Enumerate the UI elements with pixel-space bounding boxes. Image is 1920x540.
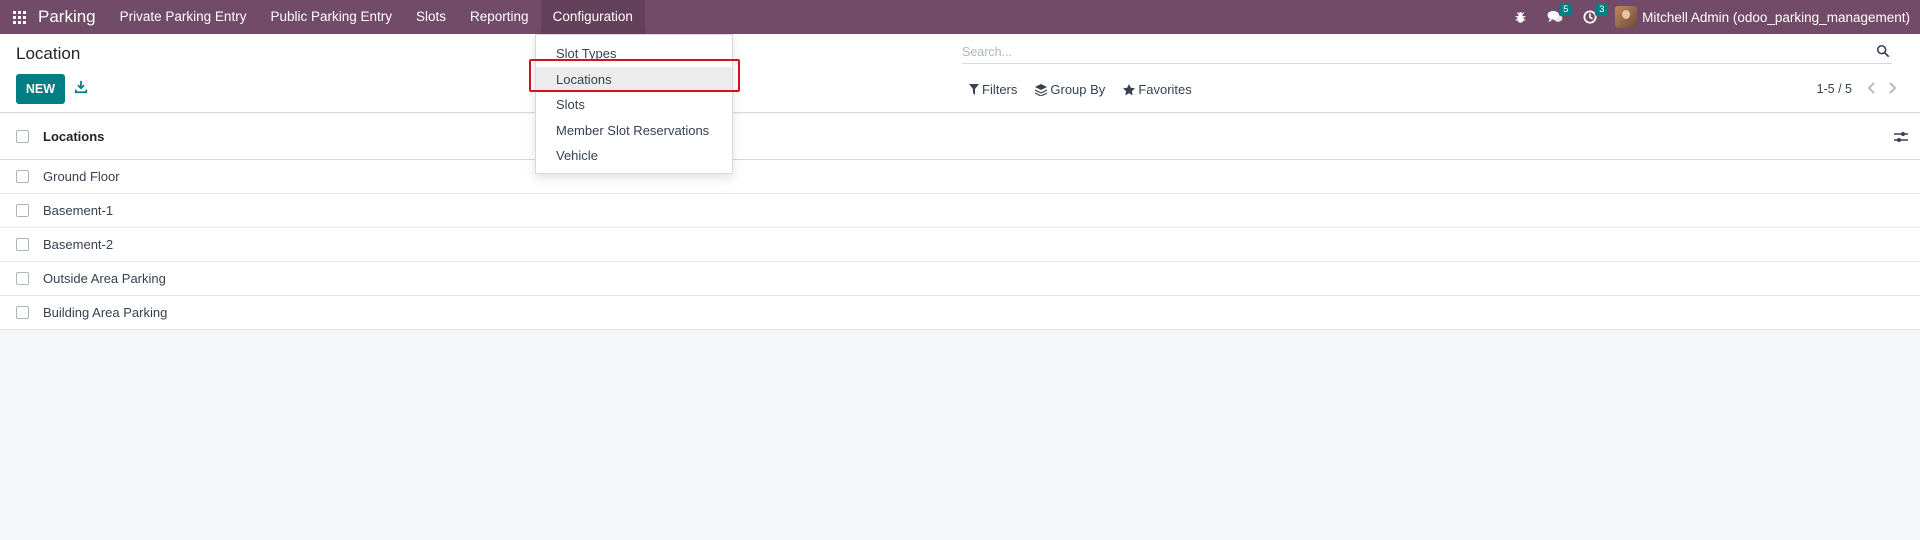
table-row[interactable]: Outside Area Parking (0, 262, 1920, 296)
messages-icon[interactable]: 5 (1537, 0, 1573, 34)
filters-button[interactable]: Filters (969, 82, 1017, 97)
location-name: Basement-1 (43, 203, 114, 218)
user-name: Mitchell Admin (odoo_parking_management) (1642, 9, 1910, 25)
apps-menu-icon[interactable] (0, 0, 38, 34)
user-menu[interactable]: Mitchell Admin (odoo_parking_management) (1607, 0, 1920, 34)
row-checkbox[interactable] (16, 204, 29, 217)
dropdown-item-vehicle[interactable]: Vehicle (536, 143, 732, 169)
top-navbar: Parking Private Parking Entry Public Par… (0, 0, 1920, 34)
menu-private-parking-entry[interactable]: Private Parking Entry (108, 0, 259, 34)
dropdown-item-member-slot-reservations[interactable]: Member Slot Reservations (536, 118, 732, 144)
dropdown-item-slots[interactable]: Slots (536, 92, 732, 118)
location-name: Building Area Parking (43, 305, 168, 320)
list-header: Locations (0, 114, 1920, 160)
optional-columns-icon[interactable] (1894, 130, 1908, 144)
search-input[interactable] (962, 40, 1892, 64)
filters-label: Filters (982, 82, 1018, 97)
pager-previous-icon[interactable] (1866, 81, 1880, 95)
table-row[interactable]: Basement-1 (0, 194, 1920, 228)
location-name: Outside Area Parking (43, 271, 166, 286)
activities-clock-icon[interactable]: 3 (1573, 0, 1609, 34)
favorites-label: Favorites (1138, 82, 1192, 97)
page-title: Location (16, 44, 81, 63)
new-button[interactable]: NEW (16, 74, 65, 104)
app-brand[interactable]: Parking (38, 0, 108, 34)
location-name: Ground Floor (43, 169, 120, 184)
menu-slots[interactable]: Slots (404, 0, 458, 34)
debug-icon[interactable] (1504, 0, 1537, 34)
locations-list: Locations Ground Floor Basement-1 Baseme… (0, 114, 1920, 330)
row-checkbox[interactable] (16, 306, 29, 319)
download-icon[interactable] (74, 80, 90, 98)
star-icon (1123, 83, 1136, 95)
messages-count-badge: 5 (1559, 4, 1573, 16)
pager-value[interactable]: 1-5 / 5 (1817, 82, 1852, 96)
activities-count-badge: 3 (1595, 4, 1609, 16)
configuration-dropdown: Slot Types Locations Slots Member Slot R… (535, 34, 733, 174)
control-panel: Location NEW Filters Group By Favorites … (0, 34, 1920, 113)
search-bar (962, 40, 1892, 64)
row-checkbox[interactable] (16, 238, 29, 251)
navbar-systray: 5 3 Mitchell Admin (odoo_parking_managem… (1504, 0, 1920, 34)
dropdown-item-slot-types[interactable]: Slot Types (536, 41, 732, 67)
table-row[interactable]: Building Area Parking (0, 296, 1920, 330)
column-header-locations[interactable]: Locations (43, 129, 104, 144)
select-all-checkbox[interactable] (16, 130, 29, 143)
user-avatar (1615, 6, 1638, 28)
row-checkbox[interactable] (16, 170, 29, 183)
menu-configuration[interactable]: Configuration (540, 0, 645, 34)
group-by-label: Group By (1050, 82, 1106, 97)
dropdown-item-locations[interactable]: Locations (536, 66, 732, 92)
layers-icon (1035, 83, 1048, 96)
location-name: Basement-2 (43, 237, 114, 252)
table-row[interactable]: Basement-2 (0, 228, 1920, 262)
search-panel-toggles: Filters Group By Favorites (969, 82, 1210, 97)
pager-next-icon[interactable] (1886, 81, 1900, 95)
favorites-button[interactable]: Favorites (1123, 82, 1192, 97)
filter-icon (969, 84, 979, 95)
menu-reporting[interactable]: Reporting (458, 0, 541, 34)
group-by-button[interactable]: Group By (1035, 82, 1105, 97)
row-checkbox[interactable] (16, 272, 29, 285)
search-icon[interactable] (1876, 44, 1890, 58)
table-row[interactable]: Ground Floor (0, 160, 1920, 194)
menu-public-parking-entry[interactable]: Public Parking Entry (258, 0, 404, 34)
